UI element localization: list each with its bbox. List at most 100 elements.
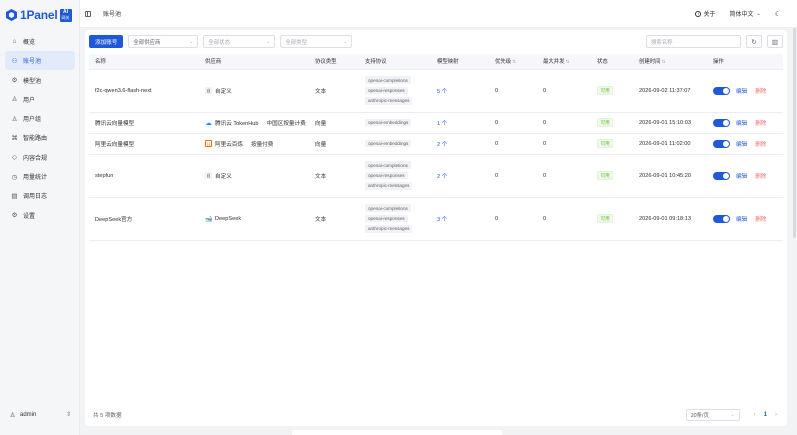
user-avatar-icon: ♙ <box>9 411 16 419</box>
table-cell: 0 <box>537 154 591 198</box>
add-account-button[interactable]: 添加账号 <box>89 35 124 48</box>
protocol-type: 向量 <box>315 141 327 148</box>
edit-button[interactable]: 编辑 <box>736 172 747 180</box>
enable-toggle[interactable] <box>713 118 730 127</box>
sidebar-item-label: 用量统计 <box>23 175 48 182</box>
created-time: 2026-09-01 10:45:20 <box>639 172 691 179</box>
sidebar-item-6[interactable]: ◇ 内容合规 <box>5 148 75 167</box>
table-row: DeepSeek官方 🐋 DeepSeek 文本 openai-completions o… <box>89 197 783 241</box>
sidebar-item-label: 账号池 <box>23 59 42 66</box>
table-cell: 可用 <box>591 154 633 198</box>
about-link[interactable]: i 关于 <box>695 9 716 18</box>
created-time: 2026-09-01 11:02:00 <box>639 140 691 147</box>
sort-icon[interactable]: ⇅ <box>566 59 570 64</box>
model-mapping-link[interactable]: 2 个 <box>437 142 447 148</box>
model-mapping-link[interactable]: 3 个 <box>437 217 447 223</box>
column-header[interactable]: 优先级⇅ <box>489 54 537 70</box>
enable-toggle[interactable] <box>713 214 730 223</box>
column-header[interactable]: 最大并发⇅ <box>537 54 591 70</box>
language-select[interactable]: 简体中文 ⌄ <box>730 9 761 19</box>
edit-button[interactable]: 编辑 <box>736 140 747 148</box>
sort-icon[interactable]: ⇅ <box>662 59 666 64</box>
provider: ☁ 腾讯云 TokenHub 中国区按量计费 <box>205 119 309 127</box>
sidebar-item-4[interactable]: ♙ 用户组 <box>5 109 75 128</box>
type-filter[interactable]: 全部类型 ⌄ <box>280 35 353 48</box>
search-input[interactable]: 搜索名称 <box>646 35 741 48</box>
columns-button[interactable]: ▥ <box>767 35 783 48</box>
column-header-label: 支持协议 <box>365 59 387 66</box>
accounts-table: 名称 供应商 协议类型 支持协议 模型映射 优先级⇅ 最大并发⇅ 状态 创建时间⇅ 操作 f2c-… <box>89 54 783 241</box>
sidebar-item-label: 模型池 <box>23 78 42 85</box>
route-icon: ⌘ <box>11 134 18 142</box>
moon-icon[interactable]: ☾ <box>775 10 781 18</box>
table-cell: ☁ 腾讯云 TokenHub 中国区按量计费 <box>199 112 309 134</box>
delete-button[interactable]: 删除 <box>755 215 766 223</box>
row-actions: 编辑 删除 <box>713 139 783 148</box>
edit-button[interactable]: 编辑 <box>736 215 747 223</box>
protocol-tag: openai-responses <box>365 86 408 95</box>
provider-filter[interactable]: 全部供应商 ⌄ <box>128 35 199 48</box>
table-cell: openai-embeddings <box>359 133 431 155</box>
status-badge: 可用 <box>597 170 614 181</box>
sort-icon[interactable]: ⇅ <box>512 59 516 64</box>
delete-button[interactable]: 删除 <box>755 140 766 148</box>
sidebar-toggle-icon[interactable] <box>85 10 91 17</box>
table-cell: [-] 阿里云百炼 按量付费 <box>199 133 309 155</box>
delete-button[interactable]: 删除 <box>755 87 766 95</box>
sidebar-item-1[interactable]: ⚇ 账号池 <box>5 51 75 71</box>
sidebar-item-0[interactable]: ⌂ 概览 <box>5 32 75 51</box>
edit-button[interactable]: 编辑 <box>736 119 747 127</box>
refresh-button[interactable]: ↻ <box>746 35 762 48</box>
chart-icon: ◷ <box>11 173 18 181</box>
status-filter[interactable]: 全部状态 ⌄ <box>203 35 276 48</box>
provider-name: 阿里云百炼 <box>215 141 243 148</box>
app-logo[interactable]: 1Panel AI 网关 <box>6 8 72 22</box>
sidebar-item-9[interactable]: ⚙ 设置 <box>5 206 75 225</box>
column-header-label: 创建时间 <box>639 59 661 66</box>
page-number[interactable]: 1 <box>764 412 767 418</box>
delete-button[interactable]: 删除 <box>755 119 766 127</box>
column-header: 名称 <box>89 54 199 70</box>
model-mapping-link[interactable]: 1 个 <box>437 121 447 127</box>
table-cell: 2026-09-01 11:02:00 <box>633 133 707 155</box>
page-size-value: 20条/页 <box>690 412 709 419</box>
page-size-select[interactable]: 20条/页 ⌄ <box>685 408 740 421</box>
sidebar-item-3[interactable]: ♙ 用户 <box>5 90 75 109</box>
priority-value: 0 <box>495 140 499 147</box>
delete-button[interactable]: 删除 <box>755 172 766 180</box>
concurrency-value: 0 <box>543 215 547 222</box>
row-actions: 编辑 删除 <box>713 214 783 223</box>
provider: 自自定义 <box>205 87 309 95</box>
logo-badge: AI 网关 <box>59 8 72 22</box>
logo-text: 1Panel <box>20 8 58 22</box>
enable-toggle[interactable] <box>713 86 730 95</box>
table-row: 腾讯云向量模型 ☁ 腾讯云 TokenHub 中国区按量计费 向量 openai-embe… <box>89 112 783 134</box>
cube-icon: ⚙ <box>11 77 18 85</box>
edit-button[interactable]: 编辑 <box>736 87 747 95</box>
sidebar-item-5[interactable]: ⌘ 智能路由 <box>5 128 75 147</box>
chevron-down-icon: ⌄ <box>730 411 735 418</box>
table-cell: 2 个 <box>431 133 489 155</box>
model-mapping-link[interactable]: 2 个 <box>437 174 447 180</box>
refresh-icon: ↻ <box>751 38 757 46</box>
table-cell: openai-completions openai-responses anthro… <box>359 69 431 113</box>
user-menu[interactable]: ♙ admin ⇕ <box>9 411 71 419</box>
table-cell: 文本 <box>309 154 359 198</box>
table-cell: 2026-09-01 09:18:13 <box>633 197 707 241</box>
next-page-icon[interactable]: › <box>775 412 777 418</box>
enable-toggle[interactable] <box>713 171 730 180</box>
enable-toggle[interactable] <box>713 139 730 148</box>
sidebar-item-8[interactable]: ▤ 调用日志 <box>5 186 75 205</box>
table-cell: 2 个 <box>431 154 489 198</box>
home-icon: ⌂ <box>12 38 17 45</box>
account-name: f2c-qwen3.6-flash-next <box>95 87 152 94</box>
table-cell: 0 <box>537 133 591 155</box>
page-scrollbar[interactable] <box>793 28 796 238</box>
column-header[interactable]: 创建时间⇅ <box>633 54 707 70</box>
prev-page-icon[interactable]: ‹ <box>754 412 756 418</box>
sidebar-item-7[interactable]: ◷ 用量统计 <box>5 167 75 186</box>
table-cell: 阿里云向量模型 <box>89 133 199 155</box>
sidebar-item-2[interactable]: ⚙ 模型池 <box>5 71 75 90</box>
table-cell: openai-completions openai-responses anthro… <box>359 197 431 241</box>
model-mapping-link[interactable]: 5 个 <box>437 89 447 95</box>
